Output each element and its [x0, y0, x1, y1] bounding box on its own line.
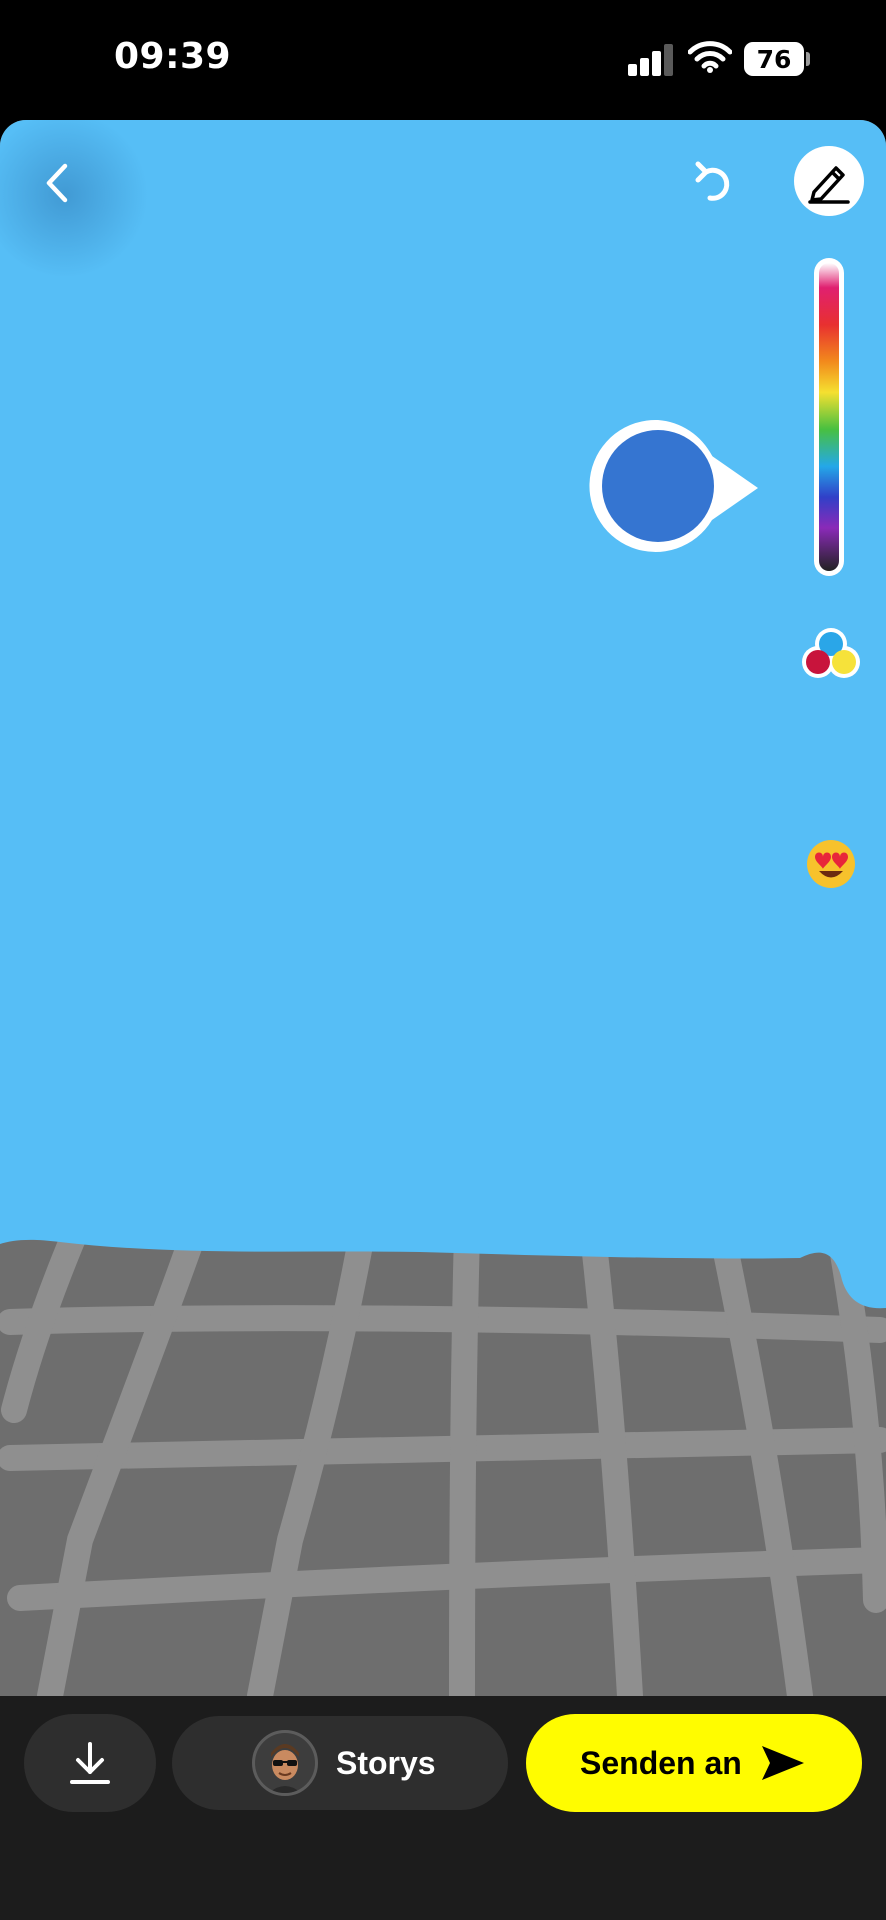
- color-gradient-track: [819, 263, 839, 571]
- canvas-scene: [0, 120, 886, 1696]
- story-button[interactable]: Storys: [172, 1716, 508, 1810]
- status-time: 09:39: [114, 36, 232, 77]
- undo-button[interactable]: [688, 154, 744, 210]
- color-palette-icon: [802, 628, 860, 678]
- wifi-icon: [688, 41, 732, 73]
- selected-color-preview: [589, 419, 758, 552]
- story-label: Storys: [336, 1744, 436, 1781]
- undo-icon: [695, 161, 730, 201]
- chevron-left-icon: [46, 163, 68, 203]
- drawing-canvas[interactable]: [0, 120, 886, 1696]
- painted-blue-stroke: [0, 120, 886, 1309]
- battery-indicator: 76: [744, 42, 804, 76]
- back-button[interactable]: [22, 148, 92, 218]
- avatar: [252, 1730, 318, 1796]
- pen-icon: [808, 166, 850, 204]
- send-label: Senden an: [580, 1744, 742, 1781]
- download-icon: [70, 1742, 110, 1784]
- battery-nub: [806, 52, 810, 66]
- selected-color-swatch: [602, 430, 714, 542]
- download-button[interactable]: [24, 1714, 156, 1812]
- status-bar: 09:39 76: [0, 0, 886, 120]
- send-to-button[interactable]: Senden an: [526, 1714, 862, 1812]
- emoji-brush-button[interactable]: [805, 838, 857, 890]
- pen-tool-button[interactable]: [794, 146, 864, 216]
- bottom-action-bar: Storys Senden an: [0, 1696, 886, 1920]
- color-slider[interactable]: [814, 258, 844, 576]
- send-arrow-icon: [761, 1746, 804, 1780]
- bitmoji-avatar-icon: [255, 1733, 315, 1793]
- cellular-signal-icon: [628, 44, 674, 76]
- color-palette-button[interactable]: [800, 624, 862, 682]
- heart-eyes-emoji-icon: [807, 840, 855, 888]
